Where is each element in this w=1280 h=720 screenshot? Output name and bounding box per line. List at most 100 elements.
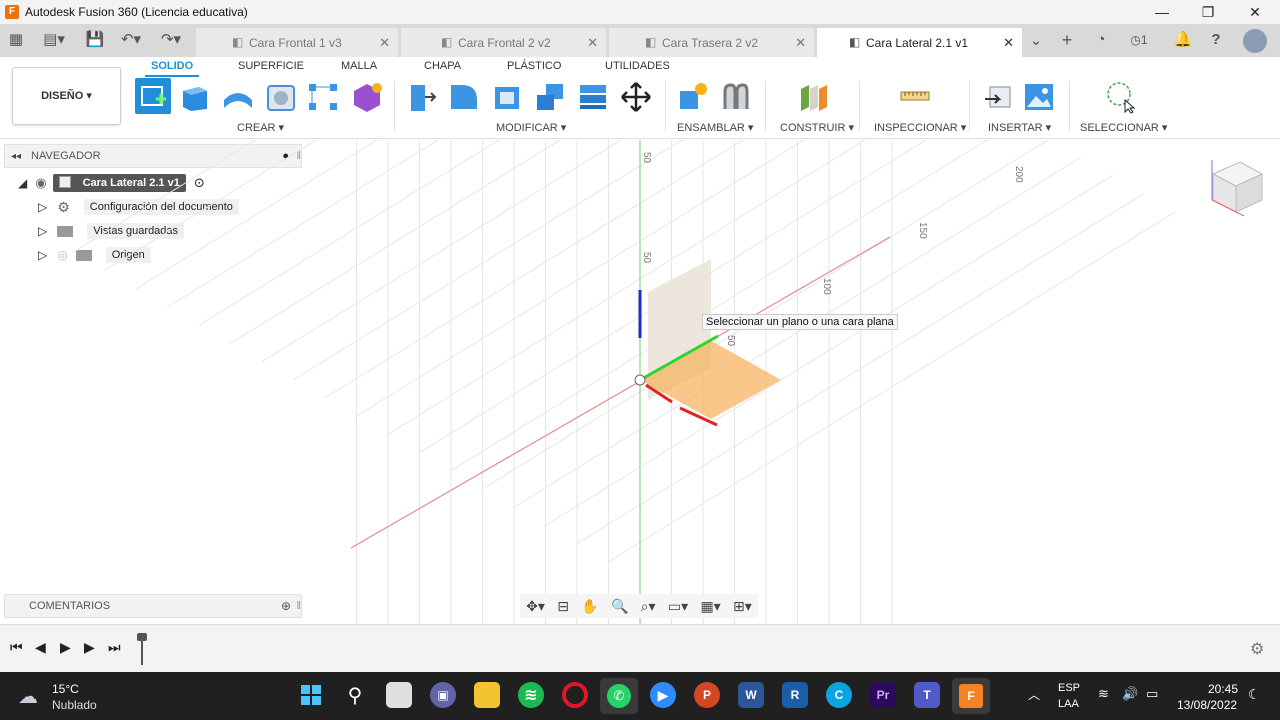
group-modificar[interactable]: MODIFICAR ▾ — [496, 121, 566, 134]
chevron-down-icon[interactable]: ⌄ — [1026, 31, 1046, 51]
teams-icon[interactable]: T — [914, 682, 940, 708]
volume-icon[interactable]: 🔊 — [1122, 686, 1138, 702]
step-back-icon[interactable]: ◀ — [35, 639, 46, 656]
close-tab-icon[interactable]: ✕ — [587, 35, 598, 51]
orbit-icon[interactable]: ✥▾ — [526, 598, 545, 615]
tab-plastico[interactable]: PLÁSTICO — [507, 60, 561, 72]
3d-viewport[interactable]: 50 50 50 100 150 200 — [0, 140, 1280, 624]
powerpoint-icon[interactable]: P — [694, 682, 720, 708]
tab-cara-frontal-2[interactable]: ◧ Cara Frontal 2 v2 ✕ — [401, 28, 606, 57]
step-forward-icon[interactable]: ▶ — [84, 639, 95, 656]
tab-utilidades[interactable]: UTILIDADES — [605, 60, 670, 72]
scale-button[interactable] — [576, 80, 610, 114]
go-to-start-icon[interactable]: ⏮ — [10, 639, 23, 656]
tab-superficie[interactable]: SUPERFICIE — [238, 60, 304, 72]
keyboard-lang[interactable]: ESP — [1058, 682, 1080, 694]
viewports-icon[interactable]: ⊞▾ — [733, 598, 752, 615]
close-tab-icon[interactable]: ✕ — [795, 35, 806, 51]
minimize-button[interactable]: — — [1139, 0, 1185, 24]
word-icon[interactable]: W — [738, 682, 764, 708]
tab-cara-trasera-2[interactable]: ◧ Cara Trasera 2 v2 ✕ — [609, 28, 814, 57]
joint-button[interactable] — [719, 80, 753, 114]
select-button[interactable] — [1103, 80, 1137, 114]
create-sketch-button[interactable] — [135, 78, 171, 114]
search-icon[interactable]: ⚲ — [342, 682, 368, 708]
shell-button[interactable] — [490, 80, 524, 114]
group-construir[interactable]: CONSTRUIR ▾ — [780, 121, 854, 134]
tab-cara-frontal-1[interactable]: ◧ Cara Frontal 1 v3 ✕ — [196, 28, 398, 57]
windows-start-icon[interactable] — [298, 682, 324, 708]
battery-icon[interactable]: ▭ — [1146, 686, 1158, 702]
task-view-icon[interactable] — [386, 682, 412, 708]
file-explorer-icon[interactable] — [474, 682, 500, 708]
display-settings-icon[interactable]: ▭▾ — [668, 598, 688, 615]
app-c-icon[interactable]: C — [826, 682, 852, 708]
close-tab-icon[interactable]: ✕ — [1003, 35, 1014, 51]
weather-temp[interactable]: 15°C — [52, 682, 79, 696]
close-tab-icon[interactable]: ✕ — [379, 35, 390, 51]
whatsapp-icon-active[interactable]: ✆ — [600, 678, 638, 714]
create-form-button[interactable] — [350, 80, 384, 114]
hole-button[interactable] — [264, 80, 298, 114]
file-menu-icon[interactable]: ▤▾ — [40, 30, 68, 50]
save-icon[interactable]: 💾 — [85, 30, 105, 50]
notifications-bell-icon[interactable]: 🔔 — [1173, 30, 1193, 50]
group-insertar[interactable]: INSERTAR ▾ — [988, 121, 1051, 134]
insert-derive-button[interactable] — [981, 80, 1015, 114]
measure-button[interactable] — [898, 80, 932, 114]
new-tab-plus-icon[interactable]: + — [1057, 30, 1077, 50]
new-component-button[interactable] — [676, 80, 710, 114]
fillet-button[interactable] — [447, 80, 481, 114]
extrude-box-button[interactable] — [178, 80, 212, 114]
gear-icon[interactable]: ⚙ — [1250, 639, 1264, 659]
tab-solido[interactable]: SOLIDO — [144, 60, 200, 77]
spotify-icon[interactable]: ≋ — [518, 682, 544, 708]
view-cube[interactable] — [1211, 160, 1264, 217]
workspace-switcher-button[interactable]: DISEÑO ▾ — [12, 67, 121, 125]
wifi-icon[interactable]: ≋ — [1098, 686, 1109, 702]
group-crear[interactable]: CREAR ▾ — [237, 121, 284, 134]
tab-cara-lateral-2-1[interactable]: ◧ Cara Lateral 2.1 v1 ✕ — [817, 28, 1022, 57]
extensions-icon[interactable]: ◔ — [1091, 30, 1111, 50]
look-at-icon[interactable]: ⊟ — [557, 598, 569, 615]
group-ensamblar[interactable]: ENSAMBLAR ▾ — [677, 121, 753, 134]
zoom-icon[interactable]: 🔍 — [611, 598, 628, 615]
fusion-360-taskbar-icon[interactable]: F — [952, 678, 990, 714]
revolve-button[interactable] — [221, 80, 255, 114]
timeline-marker[interactable] — [137, 633, 147, 665]
help-icon[interactable]: ? — [1206, 30, 1226, 50]
tab-chapa[interactable]: CHAPA — [424, 60, 461, 72]
pan-hand-icon[interactable]: ✋ — [581, 598, 598, 615]
play-icon[interactable]: ▶ — [60, 639, 71, 656]
offset-plane-button[interactable] — [796, 80, 830, 114]
clock-time[interactable]: 20:45 — [1208, 682, 1238, 696]
chevron-up-icon[interactable]: ︿ — [1028, 686, 1040, 703]
zoom-icon[interactable]: ▶ — [650, 682, 676, 708]
clock-date[interactable]: 13/08/2022 — [1177, 698, 1237, 712]
moon-focus-icon[interactable]: ☾ — [1248, 686, 1261, 703]
revit-icon[interactable]: R — [782, 682, 808, 708]
apps-grid-icon[interactable]: ▦ — [6, 30, 26, 50]
move-copy-button[interactable] — [619, 80, 653, 114]
keyboard-layout[interactable]: LAA — [1058, 698, 1079, 710]
tab-malla[interactable]: MALLA — [341, 60, 377, 72]
user-avatar[interactable] — [1243, 29, 1267, 53]
undo-icon[interactable]: ↶▾ — [116, 30, 146, 50]
go-to-end-icon[interactable]: ⏭ — [108, 639, 121, 656]
opera-icon[interactable] — [562, 682, 588, 708]
close-window-button[interactable]: ✕ — [1232, 0, 1278, 24]
origin-point[interactable] — [634, 374, 646, 386]
group-inspeccionar[interactable]: INSPECCIONAR ▾ — [874, 121, 966, 134]
combine-button[interactable] — [533, 80, 567, 114]
job-status-icon[interactable]: ◷1 — [1124, 30, 1154, 50]
cloud-weather-icon[interactable]: ☁ — [18, 684, 38, 709]
insert-canvas-button[interactable] — [1022, 80, 1056, 114]
press-pull-button[interactable] — [404, 80, 438, 114]
group-seleccionar[interactable]: SELECCIONAR ▾ — [1080, 121, 1167, 134]
weather-desc[interactable]: Nublado — [52, 698, 97, 712]
fit-zoom-icon[interactable]: ⌕▾ — [641, 598, 656, 615]
redo-icon[interactable]: ↷▾ — [156, 30, 186, 50]
grid-settings-icon[interactable]: ▦▾ — [700, 598, 720, 615]
premiere-pro-icon[interactable]: Pr — [870, 682, 896, 708]
teams-chat-icon[interactable]: ▣ — [430, 682, 456, 708]
